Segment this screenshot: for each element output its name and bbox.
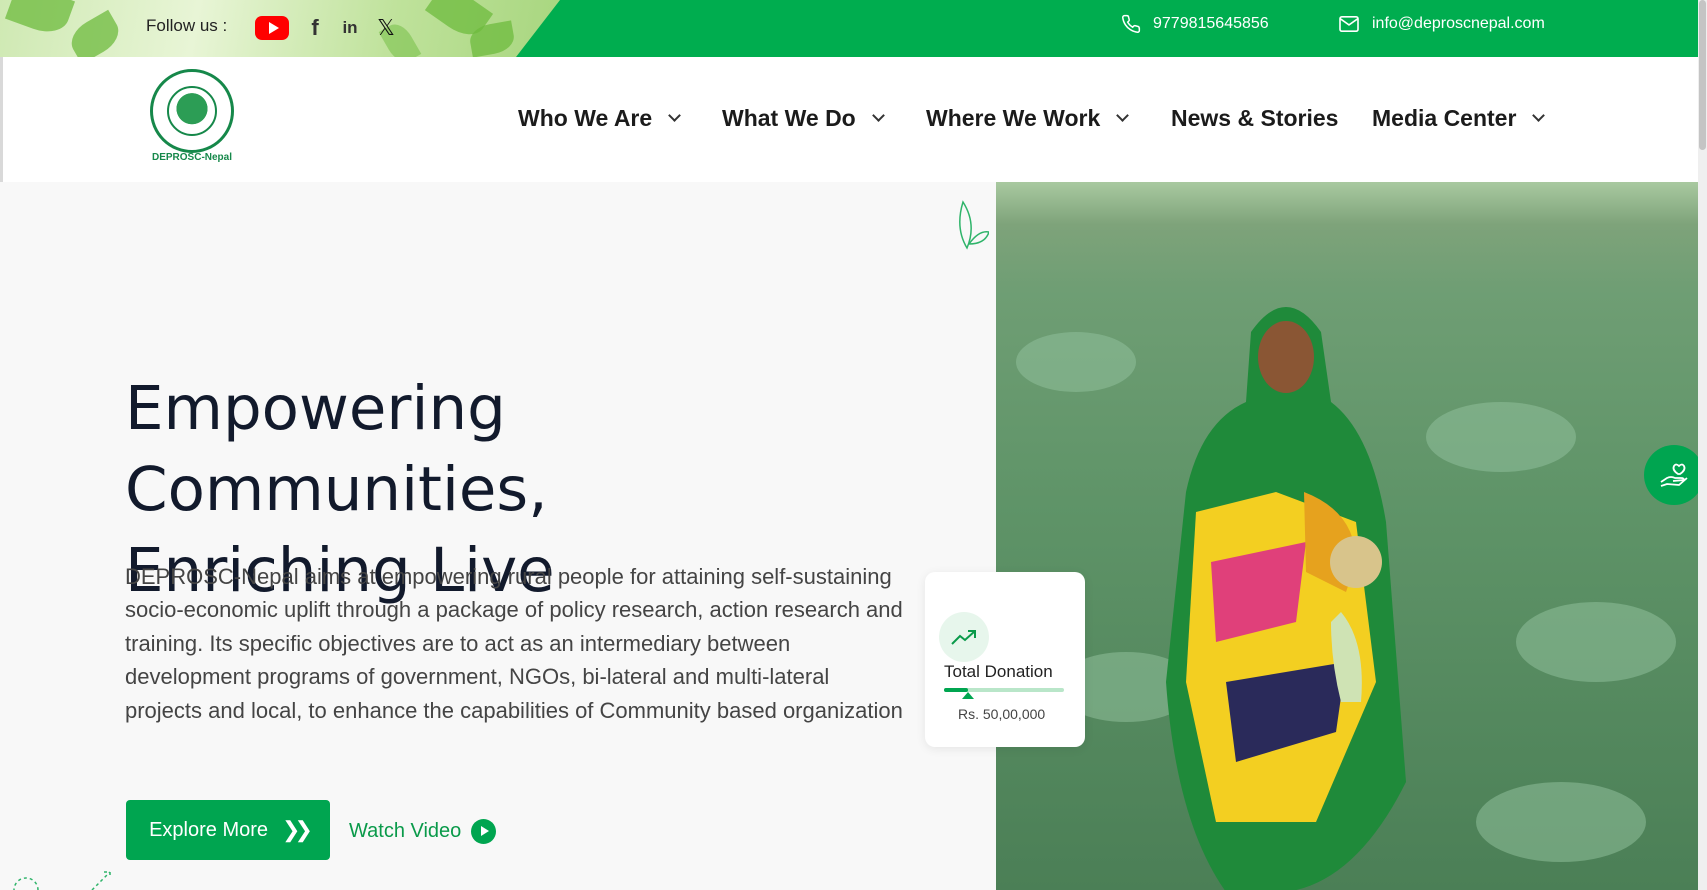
trending-up-icon	[939, 612, 989, 662]
follow-us-label: Follow us :	[146, 16, 228, 35]
play-icon	[471, 818, 497, 844]
logo-seal	[150, 69, 234, 153]
x-icon[interactable]: 𝕏	[374, 14, 398, 42]
chevron-down-icon	[1532, 109, 1546, 122]
chevron-down-icon	[668, 109, 682, 122]
nav-label: What We Do	[722, 105, 856, 131]
email-link[interactable]: info@deproscnepal.com	[1338, 0, 1545, 47]
main-navbar: DEPROSC-Nepal Who We Are What We Do Wher…	[0, 57, 1707, 182]
email-address: info@deproscnepal.com	[1372, 14, 1545, 32]
hero-photo	[996, 182, 1707, 890]
nav-label: Where We Work	[926, 105, 1101, 131]
logo[interactable]: DEPROSC-Nepal	[149, 69, 235, 169]
explore-more-button[interactable]: Explore More ❯❯	[126, 800, 330, 860]
top-bar: Follow us : f in 𝕏 9779815645856 info@de…	[0, 0, 1707, 57]
page-scrollbar[interactable]	[1698, 0, 1707, 890]
linkedin-icon[interactable]: in	[339, 14, 361, 42]
facebook-icon[interactable]: f	[305, 14, 325, 42]
donation-amount: Rs. 50,00,000	[958, 706, 1046, 722]
heart-hand-icon	[1660, 463, 1688, 487]
hero-heading-line: Empowering Communities,	[125, 373, 548, 525]
nav-where-we-work[interactable]: Where We Work	[926, 105, 1130, 132]
leaf-decoration-icon	[959, 200, 989, 250]
nav-who-we-are[interactable]: Who We Are	[518, 105, 682, 132]
phone-icon	[1122, 14, 1141, 33]
progress-marker-icon	[962, 692, 974, 699]
chevron-down-icon	[1116, 109, 1130, 122]
phone-link[interactable]: 9779815645856	[1121, 0, 1269, 47]
explore-more-label: Explore More	[149, 818, 269, 841]
chevron-down-icon	[871, 109, 885, 122]
donate-hand-button[interactable]	[1644, 445, 1704, 505]
logo-caption: DEPROSC-Nepal	[151, 152, 232, 163]
nav-media-center[interactable]: Media Center	[1372, 105, 1546, 132]
watch-video-label: Watch Video	[349, 819, 462, 842]
double-chevron-right-icon: ❯❯	[282, 817, 313, 842]
woman-figure	[1166, 307, 1406, 890]
nav-news-stories[interactable]: News & Stories	[1171, 105, 1338, 132]
nav-label: Who We Are	[518, 105, 653, 131]
phone-number: 9779815645856	[1153, 14, 1269, 32]
mail-icon	[1339, 15, 1359, 32]
page: Follow us : f in 𝕏 9779815645856 info@de…	[0, 0, 1707, 890]
watch-video-button[interactable]: Watch Video	[349, 816, 497, 846]
youtube-icon[interactable]	[255, 16, 289, 40]
nav-label: News & Stories	[1171, 105, 1339, 131]
arrow-decoration-icon	[13, 871, 111, 890]
hero-description: DEPROSC-Nepal aims at empowering rural p…	[125, 564, 903, 723]
nav-label: Media Center	[1372, 105, 1517, 131]
donation-card: Total Donation Rs. 50,00,000	[925, 572, 1085, 747]
nav-what-we-do[interactable]: What We Do	[722, 105, 885, 132]
donation-label: Total Donation	[944, 662, 1053, 681]
scrollbar-thumb[interactable]	[1699, 0, 1706, 150]
